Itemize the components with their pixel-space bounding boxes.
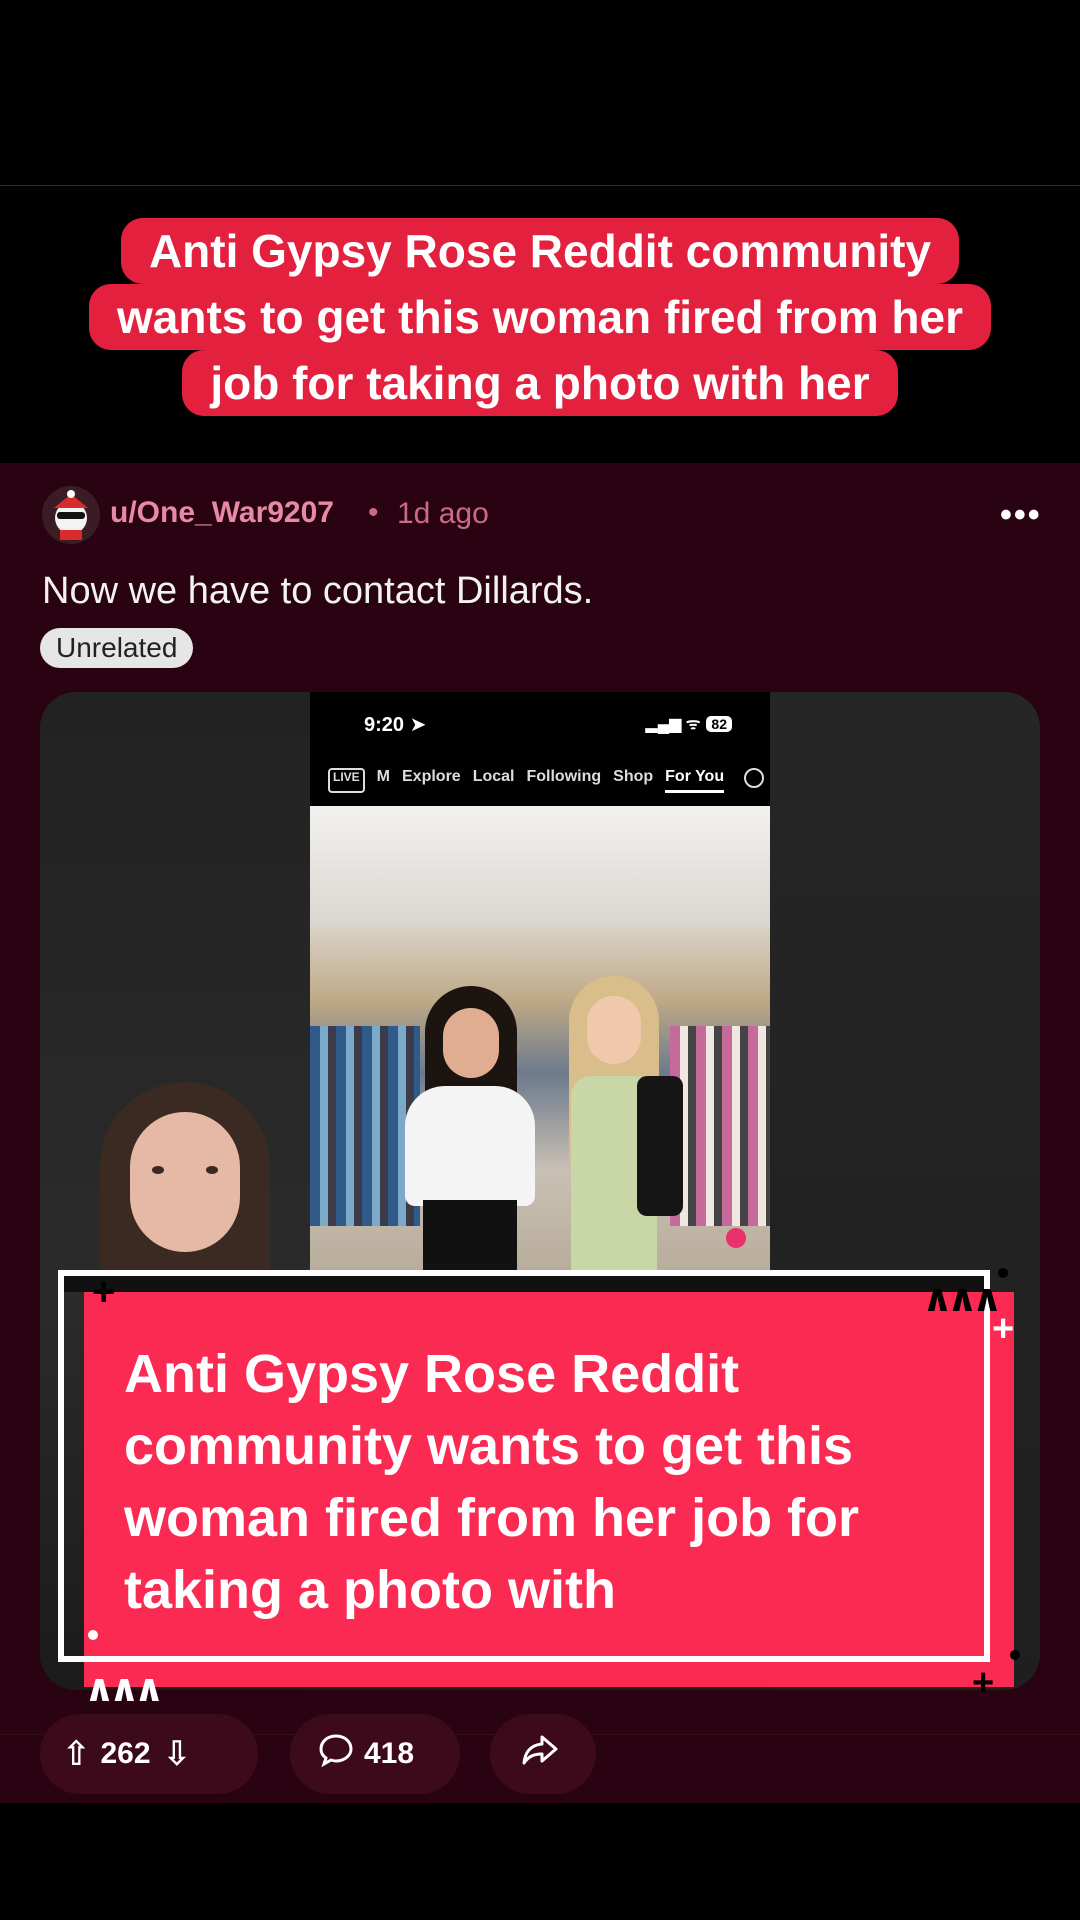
avatar[interactable] xyxy=(42,486,100,544)
battery-icon: 82 xyxy=(706,716,732,732)
dot-decoration xyxy=(1010,1650,1020,1660)
status-icons: ▂▄▆ ᯤ 82 xyxy=(645,712,732,734)
person-left xyxy=(405,986,535,1292)
comments-button[interactable]: 418 xyxy=(290,1714,460,1794)
tab-for-you: For You xyxy=(665,768,725,793)
post-timestamp: 1d ago xyxy=(397,497,489,530)
caption-line-3: job for taking a photo with her xyxy=(182,350,898,416)
post-flair[interactable]: Unrelated xyxy=(40,628,194,668)
caption-line-1: Anti Gypsy Rose Reddit community xyxy=(120,218,960,284)
search-icon xyxy=(744,768,765,788)
tab-m: M xyxy=(376,768,390,785)
status-time: 9:20 ➤ xyxy=(364,714,427,736)
share-button[interactable] xyxy=(490,1714,596,1794)
dot-decoration xyxy=(998,1268,1008,1278)
person-right xyxy=(545,976,685,1292)
overlay-frame xyxy=(58,1270,990,1662)
plus-decoration-icon: + xyxy=(92,1270,116,1314)
comment-count: 418 xyxy=(364,1737,415,1770)
post-author[interactable]: u/One_War9207 xyxy=(110,496,334,530)
zigzag-decoration-icon: ∧∧∧ xyxy=(922,1278,1003,1320)
more-options-icon[interactable]: ••• xyxy=(1000,496,1042,535)
comment-icon xyxy=(318,1733,354,1776)
dot-decoration xyxy=(88,1630,98,1640)
plus-decoration-icon: + xyxy=(972,1662,995,1704)
tab-following: Following xyxy=(526,768,602,785)
ceiling xyxy=(310,806,770,926)
separator-dot: • xyxy=(368,496,379,529)
post-title[interactable]: Now we have to contact Dillards. xyxy=(42,570,593,613)
embedded-tab-bar: LIVE M Explore Local Following Shop For … xyxy=(328,768,765,793)
downvote-icon[interactable]: ⇩ xyxy=(163,1734,192,1774)
share-icon xyxy=(520,1733,560,1776)
plus-icon xyxy=(726,1228,746,1248)
zigzag-decoration-icon: ∧∧∧ xyxy=(84,1668,165,1710)
upvote-icon[interactable]: ⇧ xyxy=(62,1734,91,1774)
tab-shop: Shop xyxy=(613,768,654,785)
store-photo xyxy=(310,806,770,1292)
live-tab: LIVE xyxy=(328,768,365,793)
video-caption: Anti Gypsy Rose Reddit community wants t… xyxy=(0,218,1080,416)
caption-line-2: wants to get this woman fired from her xyxy=(89,284,991,350)
clothing-rack-left xyxy=(310,1026,420,1226)
tab-local: Local xyxy=(472,768,515,785)
clothing-rack-right xyxy=(670,1026,770,1226)
vote-control: ⇧ 262 ⇩ xyxy=(40,1714,258,1794)
embedded-screenshot: 9:20 ➤ ▂▄▆ ᯤ 82 LIVE M Explore Local Foll… xyxy=(310,692,770,1292)
tab-explore: Explore xyxy=(402,768,461,785)
vote-count: 262 xyxy=(100,1737,151,1770)
